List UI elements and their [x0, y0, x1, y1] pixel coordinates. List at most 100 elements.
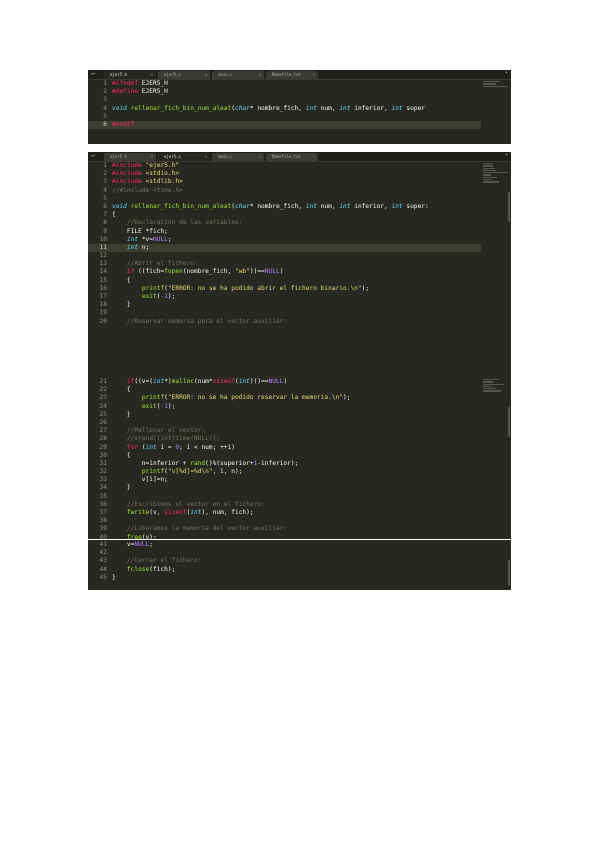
- code-token: int: [391, 104, 403, 112]
- code-area[interactable]: 21 if((v=(int*)malloc(num*sizeof(int)))=…: [88, 378, 481, 539]
- tab-makefile[interactable]: Makefile.txt ×: [266, 153, 318, 161]
- code-line[interactable]: 13 //Abrir el fichero:: [88, 260, 481, 268]
- code-line[interactable]: 40 free(v);: [88, 534, 481, 539]
- code-line[interactable]: 20 //Reservar memoria para el vector aux…: [88, 318, 481, 326]
- code-line[interactable]: 5: [88, 113, 481, 121]
- tab-ejer5-c[interactable]: ejer5.c ×: [158, 153, 210, 161]
- close-icon[interactable]: ×: [259, 153, 261, 161]
- code-token: malloc: [171, 378, 194, 385]
- code-line[interactable]: 2 #include <stdio.h>: [88, 170, 481, 178]
- code-line[interactable]: 29 for (int i = 0; i < num; ++i): [88, 444, 481, 452]
- code-line[interactable]: 6 #endif: [88, 120, 481, 130]
- code-line[interactable]: 3 #include <stdlib.h>: [88, 178, 481, 186]
- minimap[interactable]: [483, 379, 509, 393]
- code-line[interactable]: 12: [88, 252, 481, 260]
- code-line[interactable]: 31 n=inferior + rand()%(superior+1-infer…: [88, 460, 481, 468]
- line-number: 36: [99, 500, 107, 508]
- code-token: NULL: [264, 268, 280, 276]
- tab-ejer5-h[interactable]: ejer5.h ×: [104, 153, 156, 161]
- code-line[interactable]: 42: [88, 549, 481, 557]
- tab-scroll-arrows-icon[interactable]: ◂▸: [90, 153, 96, 159]
- code-line[interactable]: 21 if((v=(int*)malloc(num*sizeof(int)))=…: [88, 378, 481, 386]
- code-line[interactable]: 15 {: [88, 277, 481, 285]
- close-icon[interactable]: ×: [151, 71, 153, 79]
- close-icon[interactable]: ×: [205, 71, 207, 79]
- code-line[interactable]: 5: [88, 195, 481, 203]
- code-line[interactable]: 33 v[i]=n;: [88, 476, 481, 484]
- code-line[interactable]: 37 fwrite(v, sizeof(int), num, fich);: [88, 509, 481, 517]
- code-line[interactable]: 4 //#include <time.h>: [88, 187, 481, 195]
- code-line[interactable]: 25 }: [88, 411, 481, 419]
- code-line[interactable]: 22 {: [88, 386, 481, 394]
- close-icon[interactable]: ×: [313, 153, 315, 161]
- minimap[interactable]: [483, 81, 509, 88]
- code-line[interactable]: 18 }: [88, 301, 481, 309]
- code-line[interactable]: 44 fclose(fich);: [88, 566, 481, 574]
- dropdown-icon[interactable]: ▾: [505, 70, 508, 76]
- code-line[interactable]: 9 FILE *fich;: [88, 228, 481, 236]
- code-line[interactable]: 6 void rellenar_fich_bin_num_aleat(char* …: [88, 203, 481, 211]
- vertical-scrollbar[interactable]: [508, 407, 510, 437]
- tab-ejer5-c[interactable]: ejer5.c ×: [158, 71, 210, 79]
- close-icon[interactable]: ×: [313, 71, 315, 79]
- code-line[interactable]: 38: [88, 517, 481, 525]
- close-icon[interactable]: ×: [259, 71, 261, 79]
- line-number: 5: [103, 112, 107, 120]
- vertical-scrollbar[interactable]: [508, 560, 510, 586]
- code-line[interactable]: 3: [88, 96, 481, 104]
- code-area[interactable]: 1 #include "ejer5.h" 2 #include <stdio.h> 3 #…: [88, 162, 481, 326]
- code-line[interactable]: 14 if ((fich=fopen(nombre_fich, "wb"))==…: [88, 268, 481, 276]
- code-token: #ifndef: [112, 80, 139, 87]
- vertical-scrollbar[interactable]: [508, 192, 510, 222]
- line-number: 40: [99, 533, 107, 539]
- code-line[interactable]: 11 int n;: [88, 243, 481, 253]
- code-line[interactable]: 34 }: [88, 484, 481, 492]
- line-number: 37: [99, 509, 107, 516]
- code-line[interactable]: 16 printf("ERROR: no se ha podido abrir …: [88, 285, 481, 293]
- code-token: int: [190, 509, 202, 516]
- code-line[interactable]: 45}: [88, 574, 481, 582]
- close-icon[interactable]: ×: [151, 153, 153, 161]
- code-line[interactable]: 39 //Liberamos la memoria del vector aux…: [88, 525, 481, 533]
- dropdown-icon[interactable]: ▾: [505, 152, 508, 158]
- code-line[interactable]: 26: [88, 419, 481, 427]
- code-line[interactable]: 41 v=NULL;: [88, 541, 481, 549]
- code-line[interactable]: 2 #define EJER5_H: [88, 88, 481, 96]
- code-line[interactable]: 4 void rellenar_fich_bin_num_aleat(char* …: [88, 105, 481, 113]
- tab-main-c[interactable]: main.c ×: [212, 71, 264, 79]
- code-area[interactable]: 1 #ifndef EJER5_H 2 #define EJER5_H 3 4 void r…: [88, 80, 481, 130]
- code-line[interactable]: 28 //srand((int)time(NULL));: [88, 435, 481, 443]
- tab-label: ejer5.c: [164, 154, 181, 159]
- code-line[interactable]: 24 exit(-1);: [88, 403, 481, 411]
- tab-ejer5-h[interactable]: ejer5.h ×: [104, 71, 156, 79]
- code-line[interactable]: 1 #include "ejer5.h": [88, 162, 481, 170]
- code-area[interactable]: 41 v=NULL; 42 43 //Cerrar el fichero: 44 fc…: [88, 541, 481, 582]
- code-token: ): [283, 378, 288, 385]
- code-line[interactable]: 27 //Rellenar el vector:: [88, 427, 481, 435]
- minimap[interactable]: [483, 163, 509, 184]
- close-icon[interactable]: ×: [205, 153, 207, 161]
- tab-main-c[interactable]: main.c ×: [212, 153, 264, 161]
- code-line[interactable]: 30 {: [88, 452, 481, 460]
- code-line[interactable]: 19: [88, 309, 481, 317]
- code-line[interactable]: 1 #ifndef EJER5_H: [88, 80, 481, 88]
- code-line[interactable]: 43 //Cerrar el fichero:: [88, 557, 481, 565]
- code-line[interactable]: 17 exit(-1);: [88, 293, 481, 301]
- code-line[interactable]: 23 printf("ERROR: no se ha podido reserv…: [88, 394, 481, 402]
- code-line[interactable]: 8 //Declaración de las variables:: [88, 219, 481, 227]
- code-line[interactable]: 35: [88, 493, 481, 501]
- code-token: "ejer5.h": [145, 162, 180, 169]
- code-line[interactable]: 32 printf("v[%d]=%d\n", i, n);: [88, 468, 481, 476]
- line-number: 21: [99, 378, 107, 385]
- line-number: 2: [103, 170, 107, 178]
- code-token: int: [339, 104, 351, 112]
- code-line[interactable]: 10 int *v=NULL;: [88, 236, 481, 244]
- code-token: printf: [141, 394, 165, 402]
- line-number: 12: [99, 252, 107, 260]
- tab-makefile[interactable]: Makefile.txt ×: [266, 71, 318, 79]
- code-line[interactable]: 36 //Escribimos el vector en el fichero:: [88, 501, 481, 509]
- tab-label: Makefile.txt: [272, 72, 301, 77]
- code-token: num,: [316, 104, 340, 112]
- tab-scroll-arrows-icon[interactable]: ◂▸: [90, 71, 96, 77]
